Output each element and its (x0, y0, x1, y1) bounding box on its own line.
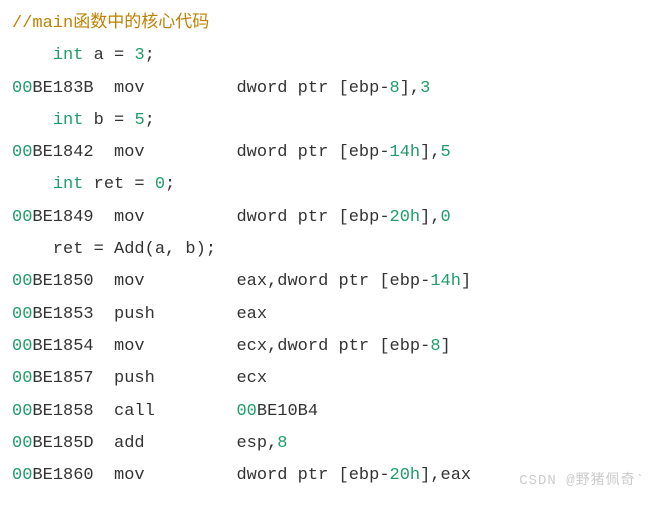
asm-line: 00BE1860 mov dword ptr [ebp-20h],eax (12, 460, 637, 492)
asm-line: 00BE1853 push eax (12, 299, 637, 331)
asm-line: 00BE185D add esp,8 (12, 428, 637, 460)
asm-line: 00BE1842 mov dword ptr [ebp-14h],5 (12, 137, 637, 169)
comment-line: //main函数中的核心代码 (12, 8, 637, 40)
asm-line: 00BE183B mov dword ptr [ebp-8],3 (12, 73, 637, 105)
source-line: int a = 3; (12, 40, 637, 72)
asm-line: 00BE1854 mov ecx,dword ptr [ebp-8] (12, 331, 637, 363)
code-block: //main函数中的核心代码 int a = 3;00BE183B mov dw… (12, 8, 637, 492)
source-line: int ret = 0; (12, 169, 637, 201)
asm-line: 00BE1858 call 00BE10B4 (12, 396, 637, 428)
asm-line: 00BE1850 mov eax,dword ptr [ebp-14h] (12, 266, 637, 298)
asm-line: 00BE1849 mov dword ptr [ebp-20h],0 (12, 202, 637, 234)
asm-line: 00BE1857 push ecx (12, 363, 637, 395)
source-line: ret = Add(a, b); (12, 234, 637, 266)
source-line: int b = 5; (12, 105, 637, 137)
